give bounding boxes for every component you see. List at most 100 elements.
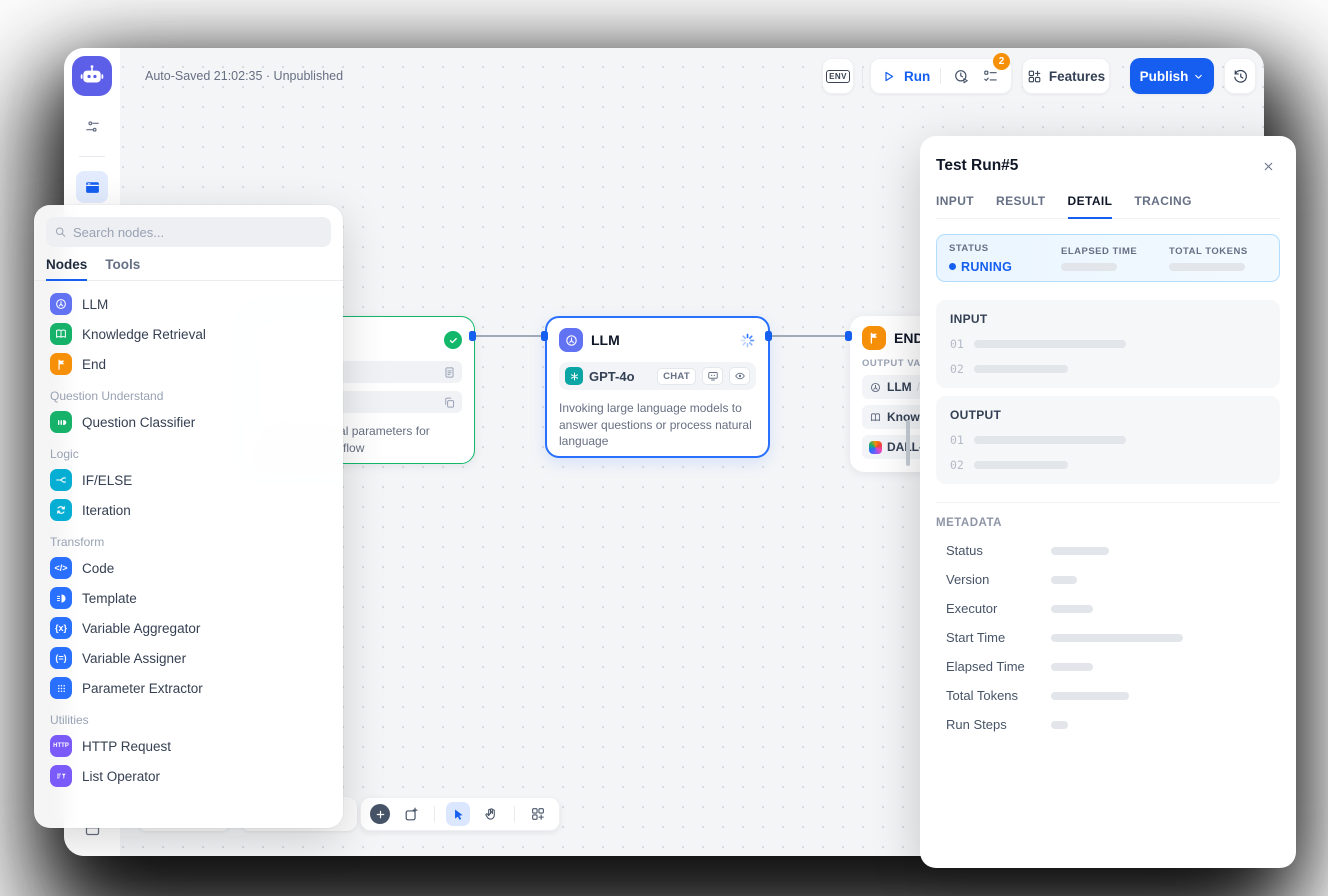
- publish-button[interactable]: Publish: [1130, 58, 1214, 94]
- divider: [514, 806, 515, 822]
- add-node-button[interactable]: [370, 804, 390, 824]
- node-item-if-else[interactable]: IF/ELSE: [46, 465, 331, 495]
- input-card: INPUT 01 02: [936, 300, 1280, 388]
- tab-detail[interactable]: DETAIL: [1068, 194, 1113, 219]
- node-item-variable-assigner[interactable]: (=) Variable Assigner: [46, 643, 331, 673]
- status-value: RUNING: [949, 260, 1061, 274]
- node-item-llm[interactable]: LLM: [46, 289, 331, 319]
- edge-start-to-llm: [475, 335, 545, 337]
- connection-handle[interactable]: [541, 331, 548, 341]
- skeleton-bar: [1051, 634, 1183, 642]
- llm-icon: [559, 328, 583, 352]
- features-icon: [1027, 69, 1042, 84]
- llm-icon: [50, 293, 72, 315]
- features-button[interactable]: Features: [1022, 58, 1110, 94]
- pointer-mode-button[interactable]: [446, 802, 470, 826]
- hand-icon: [483, 806, 499, 822]
- search-input[interactable]: [73, 225, 323, 240]
- flag-icon: [862, 326, 886, 350]
- line-number: 02: [950, 458, 964, 472]
- run-group: Run 2: [870, 58, 1012, 94]
- skeleton-bar: [1051, 663, 1093, 671]
- node-item-code[interactable]: </> Code: [46, 553, 331, 583]
- vision-eye-icon: [729, 367, 750, 385]
- node-item-list-operator[interactable]: List Operator: [46, 761, 331, 791]
- metadata-row: Run Steps: [936, 717, 1280, 732]
- node-item-template[interactable]: Template: [46, 583, 331, 613]
- run-button[interactable]: [881, 64, 896, 88]
- panel-title: Test Run#5: [936, 157, 1018, 175]
- llm-ref-icon: [869, 381, 882, 394]
- add-note-button[interactable]: [399, 802, 423, 826]
- connection-handle[interactable]: [765, 331, 772, 341]
- variable-assigner-icon: (=): [50, 647, 72, 669]
- tab-tools[interactable]: Tools: [105, 257, 140, 280]
- connection-handle[interactable]: [469, 331, 476, 341]
- skeleton-bar: [1051, 605, 1093, 613]
- monitor-icon: [702, 367, 723, 385]
- rail-divider: [79, 156, 105, 157]
- rail-settings-button[interactable]: [76, 110, 108, 142]
- divider: [940, 68, 941, 84]
- node-list: LLM Knowledge Retrieval End Question Und…: [46, 289, 331, 791]
- node-item-http-request[interactable]: HTTP HTTP Request: [46, 731, 331, 761]
- canvas-scrollbar[interactable]: [906, 420, 910, 466]
- llm-node-title: LLM: [591, 332, 620, 348]
- node-item-variable-aggregator[interactable]: {x} Variable Aggregator: [46, 613, 331, 643]
- tab-input[interactable]: INPUT: [936, 194, 974, 218]
- metadata-row: Executor: [936, 601, 1280, 616]
- close-icon: [1262, 160, 1275, 173]
- copy-icon: [443, 396, 456, 409]
- run-label[interactable]: Run: [904, 69, 930, 84]
- organize-nodes-button[interactable]: [526, 802, 550, 826]
- llm-node[interactable]: LLM GPT-4o CHAT Invoking large language …: [545, 316, 770, 458]
- variable-name: LLM: [887, 380, 912, 394]
- checklist-button[interactable]: 2: [980, 64, 1001, 88]
- node-item-iteration[interactable]: Iteration: [46, 495, 331, 525]
- node-search-panel: Nodes Tools LLM Knowledge Retrieval End …: [34, 205, 343, 828]
- layout-grid-icon: [530, 806, 546, 822]
- section-label-utilities: Utilities: [46, 713, 331, 727]
- section-label-logic: Logic: [46, 447, 331, 461]
- env-button[interactable]: ENV: [822, 58, 854, 94]
- run-history-button[interactable]: [951, 64, 972, 88]
- skeleton-bar: [1061, 263, 1117, 271]
- search-box[interactable]: [46, 217, 331, 247]
- model-selector[interactable]: GPT-4o CHAT: [559, 362, 756, 390]
- skeleton-bar: [974, 436, 1126, 444]
- node-item-knowledge-retrieval[interactable]: Knowledge Retrieval: [46, 319, 331, 349]
- edge-llm-to-end: [770, 335, 850, 337]
- tab-nodes[interactable]: Nodes: [46, 257, 87, 281]
- metadata-row: Total Tokens: [936, 688, 1280, 703]
- output-card: OUTPUT 01 02: [936, 396, 1280, 484]
- close-button[interactable]: [1256, 154, 1280, 178]
- connection-handle[interactable]: [845, 331, 852, 341]
- robot-icon: [79, 63, 105, 89]
- skeleton-bar: [1051, 576, 1077, 584]
- publish-label: Publish: [1140, 69, 1189, 84]
- tab-tracing[interactable]: TRACING: [1134, 194, 1191, 218]
- features-label: Features: [1049, 69, 1105, 84]
- metadata-row: Version: [936, 572, 1280, 587]
- template-icon: [50, 587, 72, 609]
- app-logo[interactable]: [72, 56, 112, 96]
- version-history-button[interactable]: [1224, 58, 1256, 94]
- rail-workflow-button[interactable]: [76, 171, 108, 203]
- node-item-parameter-extractor[interactable]: Parameter Extractor: [46, 673, 331, 703]
- success-check-icon: [444, 331, 462, 349]
- chevron-down-icon: [1193, 71, 1204, 82]
- code-icon: </>: [50, 557, 72, 579]
- skeleton-bar: [1051, 692, 1129, 700]
- line-number: 01: [950, 337, 964, 351]
- node-item-end[interactable]: End: [46, 349, 331, 379]
- tab-result[interactable]: RESULT: [996, 194, 1046, 218]
- skeleton-bar: [974, 340, 1126, 348]
- history-icon: [1232, 68, 1249, 85]
- node-item-question-classifier[interactable]: Question Classifier: [46, 407, 331, 437]
- status-label: STATUS: [949, 243, 1061, 254]
- status-dot: [949, 263, 956, 270]
- hand-mode-button[interactable]: [479, 802, 503, 826]
- input-label: INPUT: [950, 312, 1266, 326]
- search-icon: [54, 225, 67, 239]
- checklist-icon: [982, 68, 999, 85]
